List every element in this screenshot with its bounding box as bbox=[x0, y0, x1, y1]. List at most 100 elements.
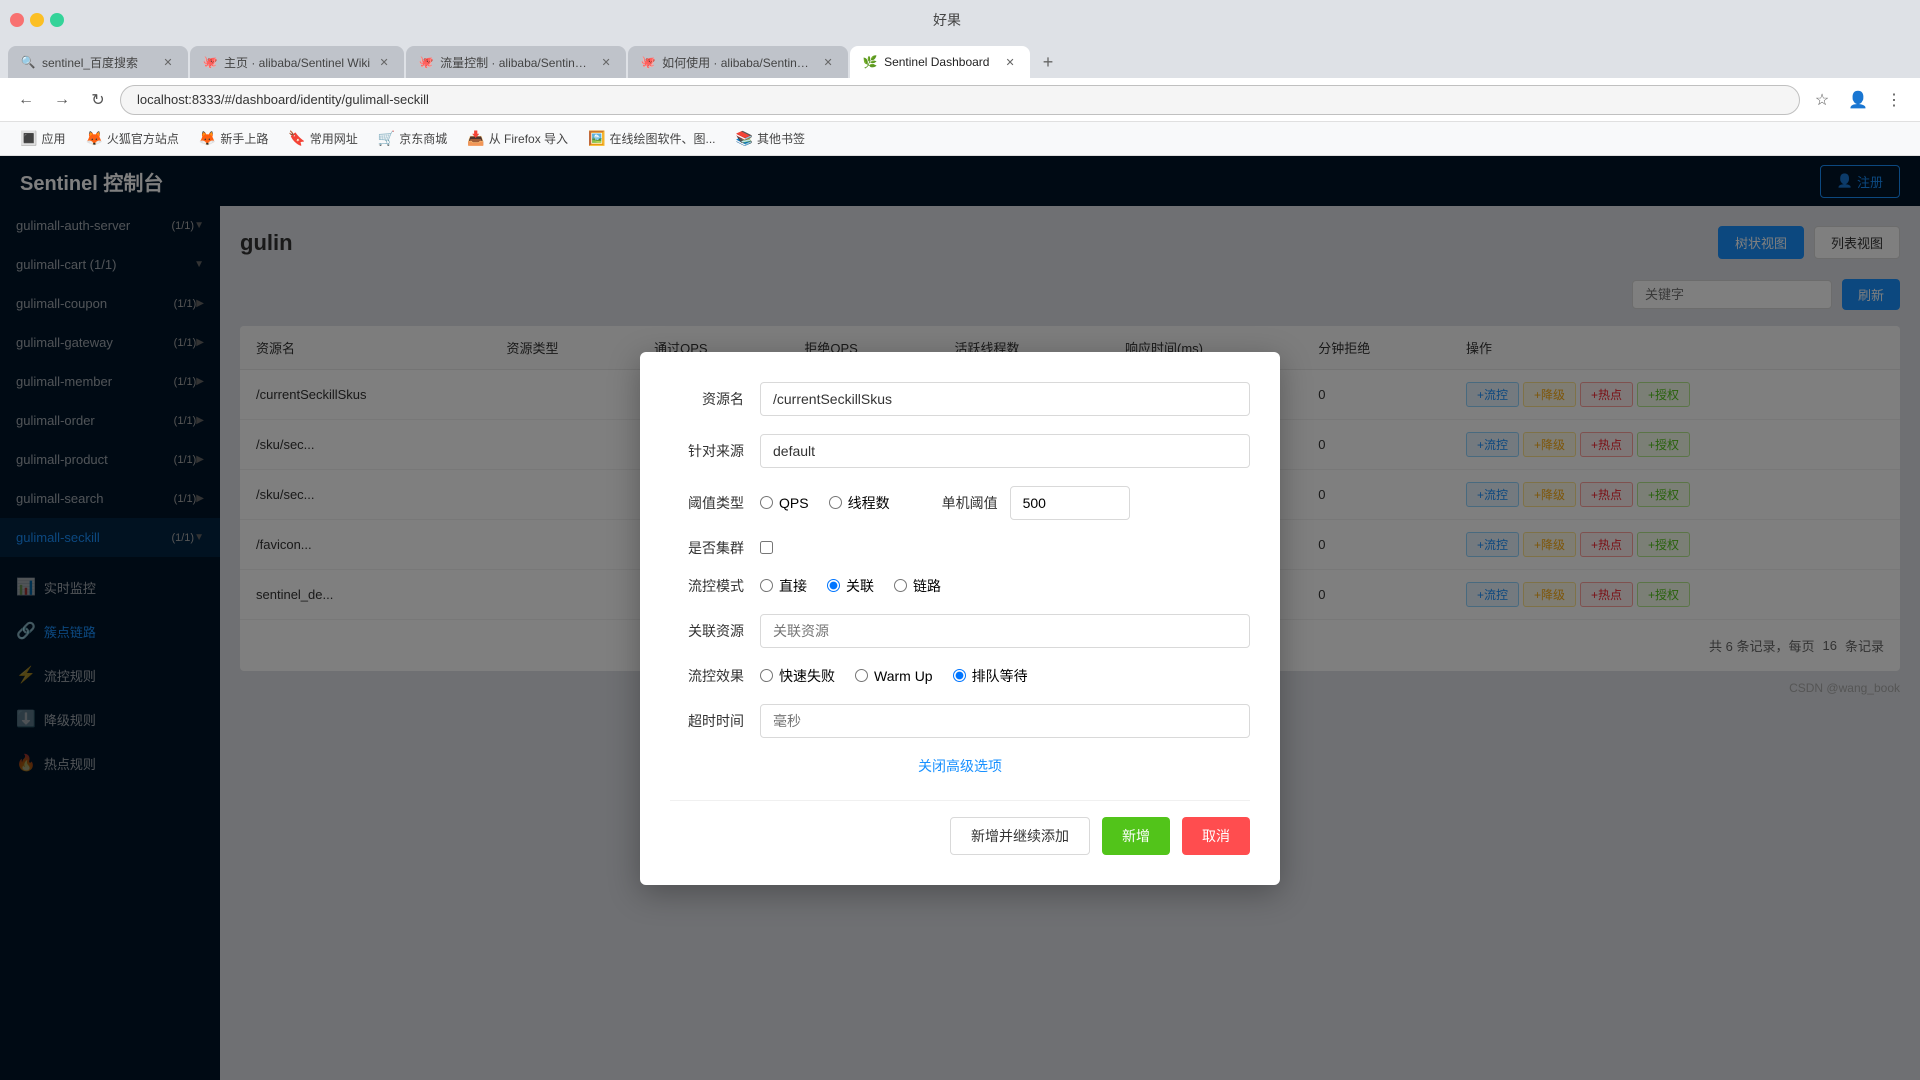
tab-close-search[interactable]: ✕ bbox=[160, 54, 176, 70]
cluster-checkbox[interactable] bbox=[760, 541, 773, 554]
chain-label: 链路 bbox=[913, 576, 941, 596]
associate-radio-item[interactable]: 关联 bbox=[827, 576, 874, 596]
user-button[interactable]: 👤 bbox=[1844, 86, 1872, 114]
window-controls bbox=[10, 13, 64, 27]
form-row-related-resource: 关联资源 bbox=[670, 614, 1250, 648]
resource-name-label: 资源名 bbox=[670, 389, 760, 409]
modal-overlay: 资源名 针对来源 阈值类型 bbox=[0, 156, 1920, 1080]
newbie-icon: 🦊 bbox=[199, 130, 216, 147]
jd-icon: 🛒 bbox=[378, 130, 395, 147]
direct-radio[interactable] bbox=[760, 579, 773, 592]
bookmark-jd[interactable]: 🛒 京东商城 bbox=[370, 126, 455, 151]
draw-icon: 🖼️ bbox=[588, 130, 605, 147]
bookmark-firefox-official[interactable]: 🦊 火狐官方站点 bbox=[77, 126, 186, 151]
firefox-official-icon: 🦊 bbox=[85, 130, 102, 147]
tab-close-howto[interactable]: ✕ bbox=[820, 54, 836, 70]
tab-icon-dashboard: 🌿 bbox=[862, 54, 878, 70]
bookmark-other[interactable]: 📚 其他书签 bbox=[728, 126, 813, 151]
threshold-type-radio-group: QPS 线程数 bbox=[760, 493, 890, 513]
tab-flow-control[interactable]: 🐙 流量控制 · alibaba/Sentinel W... ✕ bbox=[406, 46, 626, 78]
tab-text-wiki-main: 主页 · alibaba/Sentinel Wiki bbox=[224, 54, 370, 71]
cluster-label: 是否集群 bbox=[670, 538, 760, 558]
threshold-value-input[interactable] bbox=[1010, 486, 1130, 520]
queue-radio-item[interactable]: 排队等待 bbox=[953, 666, 1028, 686]
flow-mode-label: 流控模式 bbox=[670, 576, 760, 596]
fast-fail-radio[interactable] bbox=[760, 669, 773, 682]
direct-label: 直接 bbox=[779, 576, 807, 596]
confirm-button[interactable]: 新增 bbox=[1102, 817, 1170, 855]
bookmark-newbie-text: 新手上路 bbox=[220, 130, 268, 147]
apps-icon: 🔳 bbox=[20, 130, 37, 147]
tab-close-dashboard[interactable]: ✕ bbox=[1002, 54, 1018, 70]
window-maximize-button[interactable] bbox=[50, 13, 64, 27]
flow-effect-label: 流控效果 bbox=[670, 666, 760, 686]
qps-radio-item[interactable]: QPS bbox=[760, 495, 809, 511]
warmup-radio-item[interactable]: Warm Up bbox=[855, 668, 933, 684]
chain-radio-item[interactable]: 链路 bbox=[894, 576, 941, 596]
advanced-toggle-link[interactable]: 关闭高级选项 bbox=[918, 758, 1002, 774]
bookmark-draw-tool[interactable]: 🖼️ 在线绘图软件、图... bbox=[580, 126, 723, 151]
bookmark-common-sites[interactable]: 🔖 常用网址 bbox=[280, 126, 365, 151]
tab-how-to-use[interactable]: 🐙 如何使用 · alibaba/Sentinel W... ✕ bbox=[628, 46, 848, 78]
common-sites-icon: 🔖 bbox=[288, 130, 305, 147]
menu-button[interactable]: ⋮ bbox=[1880, 86, 1908, 114]
forward-button[interactable]: → bbox=[48, 86, 76, 114]
bookmark-newbie[interactable]: 🦊 新手上路 bbox=[191, 126, 276, 151]
warmup-label: Warm Up bbox=[874, 668, 933, 684]
timeout-input[interactable] bbox=[760, 704, 1250, 738]
tab-icon-flow: 🐙 bbox=[418, 54, 434, 70]
title-bar: 好果 bbox=[0, 0, 1920, 40]
tab-sentinel-dashboard[interactable]: 🌿 Sentinel Dashboard ✕ bbox=[850, 46, 1030, 78]
other-books-icon: 📚 bbox=[736, 130, 753, 147]
save-continue-button[interactable]: 新增并继续添加 bbox=[950, 817, 1090, 855]
form-row-timeout: 超时时间 bbox=[670, 704, 1250, 738]
bookmark-firefox-import[interactable]: 📥 从 Firefox 导入 bbox=[459, 126, 576, 151]
queue-label: 排队等待 bbox=[972, 666, 1028, 686]
bookmark-firefox-text: 火狐官方站点 bbox=[107, 130, 179, 147]
threshold-type-label: 阈值类型 bbox=[670, 493, 760, 513]
window-minimize-button[interactable] bbox=[30, 13, 44, 27]
thread-radio-item[interactable]: 线程数 bbox=[829, 493, 890, 513]
tab-text-howto: 如何使用 · alibaba/Sentinel W... bbox=[662, 54, 814, 71]
tab-text-dashboard: Sentinel Dashboard bbox=[884, 55, 996, 69]
flow-mode-radio-group: 直接 关联 链路 bbox=[760, 576, 1250, 596]
flow-rule-modal: 资源名 针对来源 阈值类型 bbox=[640, 352, 1280, 885]
source-input[interactable] bbox=[760, 434, 1250, 468]
qps-radio[interactable] bbox=[760, 496, 773, 509]
flow-effect-control: 快速失败 Warm Up 排队等待 bbox=[760, 666, 1250, 686]
tab-sentinel-wiki-main[interactable]: 🐙 主页 · alibaba/Sentinel Wiki ✕ bbox=[190, 46, 404, 78]
bookmark-button[interactable]: ☆ bbox=[1808, 86, 1836, 114]
window-close-button[interactable] bbox=[10, 13, 24, 27]
warmup-radio[interactable] bbox=[855, 669, 868, 682]
cluster-checkbox-item[interactable] bbox=[760, 541, 1250, 554]
related-resource-label: 关联资源 bbox=[670, 621, 760, 641]
queue-radio[interactable] bbox=[953, 669, 966, 682]
tab-close-wiki-main[interactable]: ✕ bbox=[376, 54, 392, 70]
related-resource-input[interactable] bbox=[760, 614, 1250, 648]
cancel-button[interactable]: 取消 bbox=[1182, 817, 1250, 855]
modal-footer: 新增并继续添加 新增 取消 bbox=[670, 800, 1250, 855]
associate-radio[interactable] bbox=[827, 579, 840, 592]
address-bar[interactable]: localhost:8333/#/dashboard/identity/guli… bbox=[120, 85, 1800, 115]
fast-fail-label: 快速失败 bbox=[779, 666, 835, 686]
back-button[interactable]: ← bbox=[12, 86, 40, 114]
bookmarks-bar: 🔳 应用 🦊 火狐官方站点 🦊 新手上路 🔖 常用网址 🛒 京东商城 📥 从 F… bbox=[0, 122, 1920, 156]
threshold-type-control: QPS 线程数 单机阈值 bbox=[760, 486, 1250, 520]
thread-label: 线程数 bbox=[848, 493, 890, 513]
bookmark-apps-text: 应用 bbox=[41, 130, 65, 147]
chain-radio[interactable] bbox=[894, 579, 907, 592]
direct-radio-item[interactable]: 直接 bbox=[760, 576, 807, 596]
import-icon: 📥 bbox=[467, 130, 484, 147]
new-tab-button[interactable]: + bbox=[1032, 46, 1064, 78]
thread-radio[interactable] bbox=[829, 496, 842, 509]
flow-effect-radio-group: 快速失败 Warm Up 排队等待 bbox=[760, 666, 1250, 686]
timeout-control bbox=[760, 704, 1250, 738]
bookmark-apps[interactable]: 🔳 应用 bbox=[12, 126, 73, 151]
tab-close-flow[interactable]: ✕ bbox=[598, 54, 614, 70]
fast-fail-radio-item[interactable]: 快速失败 bbox=[760, 666, 835, 686]
tab-sentinel-search[interactable]: 🔍 sentinel_百度搜索 ✕ bbox=[8, 46, 188, 78]
resource-name-input[interactable] bbox=[760, 382, 1250, 416]
form-row-flow-mode: 流控模式 直接 关联 bbox=[670, 576, 1250, 596]
refresh-nav-button[interactable]: ↻ bbox=[84, 86, 112, 114]
tab-bar: 🔍 sentinel_百度搜索 ✕ 🐙 主页 · alibaba/Sentine… bbox=[0, 40, 1920, 78]
